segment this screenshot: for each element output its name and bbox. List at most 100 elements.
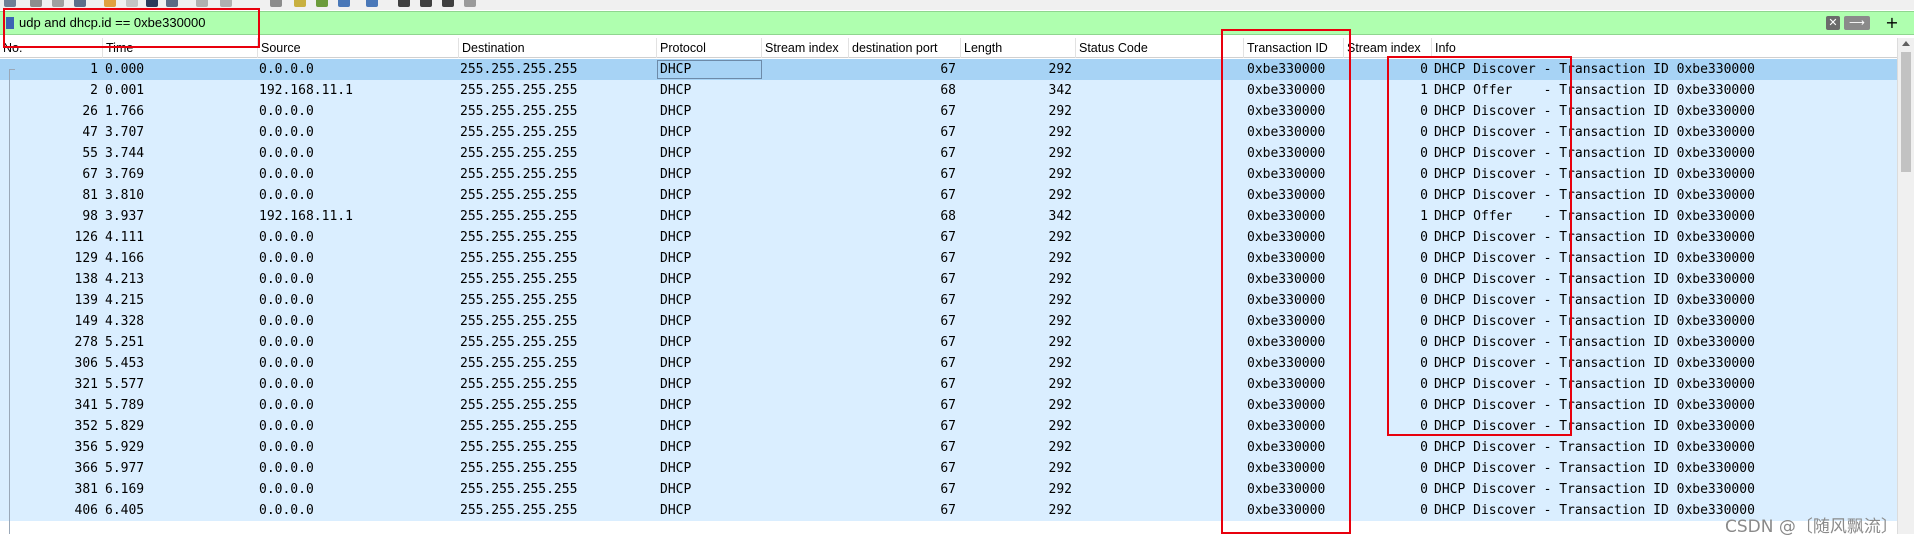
packet-row[interactable]: 381 6.169 0.0.0.0 255.255.255.255 DHCP 67 292 0… <box>0 479 1897 500</box>
packet-row[interactable]: 81 3.810 0.0.0.0 255.255.255.255 DHCP 67 292 0x… <box>0 185 1897 206</box>
column-header-status-code[interactable]: Status Code <box>1076 38 1244 58</box>
cell-stream-index2: 0 <box>1420 482 1428 497</box>
toolbar-zoom-out-icon[interactable] <box>420 0 432 7</box>
cell-protocol: DHCP <box>660 398 692 413</box>
apply-filter-icon[interactable]: ⟶ <box>1844 16 1870 30</box>
cell-transaction-id: 0xbe330000 <box>1247 272 1326 287</box>
toolbar-colorize-icon[interactable] <box>294 0 306 7</box>
cell-dest-port: 67 <box>940 482 956 497</box>
cell-protocol: DHCP <box>660 272 692 287</box>
column-header-source[interactable]: Source <box>258 38 459 58</box>
column-header-length[interactable]: Length <box>961 38 1076 58</box>
toolbar-save-icon[interactable] <box>30 0 42 7</box>
cell-protocol: DHCP <box>660 209 692 224</box>
cell-destination: 255.255.255.255 <box>460 125 578 140</box>
packet-row[interactable]: 2 0.001 192.168.11.1 255.255.255.255 DHCP 68 3… <box>0 80 1897 101</box>
packet-row[interactable]: 321 5.577 0.0.0.0 255.255.255.255 DHCP 67 292 0… <box>0 374 1897 395</box>
cell-stream-index2: 1 <box>1420 209 1428 224</box>
toolbar-autoscroll-icon[interactable] <box>270 0 282 7</box>
column-header-info[interactable]: Info <box>1432 38 1897 58</box>
cell-no: 139 <box>74 293 98 308</box>
column-header-destination-port[interactable]: destination port <box>849 38 961 58</box>
cell-time: 3.769 <box>105 167 145 182</box>
column-header-time[interactable]: Time <box>103 38 258 58</box>
cell-destination: 255.255.255.255 <box>460 398 578 413</box>
packet-row[interactable]: 341 5.789 0.0.0.0 255.255.255.255 DHCP 67 292 0… <box>0 395 1897 416</box>
toolbar-go-forward-icon[interactable] <box>146 0 158 7</box>
clear-filter-icon[interactable]: ✕ <box>1826 16 1840 30</box>
cell-dest-port: 67 <box>940 503 956 518</box>
scrollbar-thumb[interactable] <box>1901 52 1911 172</box>
packet-row[interactable]: 406 6.405 0.0.0.0 255.255.255.255 DHCP 67 292 0… <box>0 500 1897 521</box>
toolbar-find-icon[interactable] <box>104 0 116 7</box>
cell-no: 341 <box>74 398 98 413</box>
packet-list[interactable]: 1 0.000 0.0.0.0 255.255.255.255 DHCP 67 292 0xb… <box>0 59 1897 534</box>
packet-row[interactable]: 356 5.929 0.0.0.0 255.255.255.255 DHCP 67 292 0… <box>0 437 1897 458</box>
toolbar-zoom-normal-icon[interactable] <box>338 0 350 7</box>
packet-row[interactable]: 98 3.937 192.168.11.1 255.255.255.255 DHCP 68… <box>0 206 1897 227</box>
packet-row[interactable]: 138 4.213 0.0.0.0 255.255.255.255 DHCP 67 292 0… <box>0 269 1897 290</box>
cell-destination: 255.255.255.255 <box>460 461 578 476</box>
cell-protocol: DHCP <box>660 419 692 434</box>
toolbar-resize-columns-icon[interactable] <box>366 0 378 7</box>
packet-row[interactable]: 366 5.977 0.0.0.0 255.255.255.255 DHCP 67 292 0… <box>0 458 1897 479</box>
toolbar-open-icon[interactable] <box>4 0 16 7</box>
cell-stream-index2: 0 <box>1420 251 1428 266</box>
toolbar-close-icon[interactable] <box>52 0 64 7</box>
packet-row[interactable]: 26 1.766 0.0.0.0 255.255.255.255 DHCP 67 292 0x… <box>0 101 1897 122</box>
toolbar-go-back-icon[interactable] <box>126 0 138 7</box>
packet-row[interactable]: 129 4.166 0.0.0.0 255.255.255.255 DHCP 67 292 0… <box>0 248 1897 269</box>
toolbar-first-packet-icon[interactable] <box>196 0 208 7</box>
filter-bookmark-icon[interactable] <box>6 17 14 29</box>
toolbar-zoom-reset-icon[interactable] <box>442 0 454 7</box>
toolbar-resize-all-icon[interactable] <box>464 0 476 7</box>
cell-length: 292 <box>1048 503 1072 518</box>
packet-row[interactable]: 126 4.111 0.0.0.0 255.255.255.255 DHCP 67 292 0… <box>0 227 1897 248</box>
focused-cell-outline <box>657 60 762 79</box>
packet-row[interactable]: 149 4.328 0.0.0.0 255.255.255.255 DHCP 67 292 0… <box>0 311 1897 332</box>
cell-protocol: DHCP <box>660 146 692 161</box>
packet-row[interactable]: 278 5.251 0.0.0.0 255.255.255.255 DHCP 67 292 0… <box>0 332 1897 353</box>
cell-no: 138 <box>74 272 98 287</box>
scroll-up-icon[interactable] <box>1902 41 1910 46</box>
cell-info: DHCP Discover - Transaction ID 0xbe33000… <box>1434 440 1755 455</box>
toolbar-go-to-packet-icon[interactable] <box>166 0 178 7</box>
cell-transaction-id: 0xbe330000 <box>1247 188 1326 203</box>
packet-row[interactable]: 139 4.215 0.0.0.0 255.255.255.255 DHCP 67 292 0… <box>0 290 1897 311</box>
toolbar-resize-icon[interactable] <box>316 0 328 7</box>
cell-info: DHCP Discover - Transaction ID 0xbe33000… <box>1434 293 1755 308</box>
cell-time: 6.405 <box>105 503 145 518</box>
add-filter-button[interactable]: + <box>1885 13 1899 33</box>
packet-row[interactable]: 47 3.707 0.0.0.0 255.255.255.255 DHCP 67 292 0x… <box>0 122 1897 143</box>
cell-time: 4.328 <box>105 314 145 329</box>
cell-stream-index2: 0 <box>1420 419 1428 434</box>
cell-destination: 255.255.255.255 <box>460 293 578 308</box>
cell-source: 0.0.0.0 <box>259 230 314 245</box>
column-header-stream-index-2[interactable]: Stream index <box>1344 38 1432 58</box>
packet-list-scrollbar[interactable] <box>1897 38 1914 534</box>
cell-length: 292 <box>1048 62 1072 77</box>
cell-source: 0.0.0.0 <box>259 335 314 350</box>
display-filter-input[interactable] <box>19 14 1819 32</box>
column-header-protocol[interactable]: Protocol <box>657 38 762 58</box>
column-header-transaction-id[interactable]: Transaction ID <box>1244 38 1344 58</box>
packet-row[interactable]: 352 5.829 0.0.0.0 255.255.255.255 DHCP 67 292 0… <box>0 416 1897 437</box>
cell-length: 292 <box>1048 377 1072 392</box>
packet-row[interactable]: 67 3.769 0.0.0.0 255.255.255.255 DHCP 67 292 0x… <box>0 164 1897 185</box>
packet-row[interactable]: 1 0.000 0.0.0.0 255.255.255.255 DHCP 67 292 0xb… <box>0 59 1897 80</box>
cell-dest-port: 67 <box>940 62 956 77</box>
toolbar-zoom-in-icon[interactable] <box>398 0 410 7</box>
toolbar-reload-icon[interactable] <box>74 0 86 7</box>
column-header-stream-index[interactable]: Stream index <box>762 38 849 58</box>
cell-destination: 255.255.255.255 <box>460 272 578 287</box>
packet-row[interactable]: 306 5.453 0.0.0.0 255.255.255.255 DHCP 67 292 0… <box>0 353 1897 374</box>
cell-info: DHCP Discover - Transaction ID 0xbe33000… <box>1434 335 1755 350</box>
cell-time: 3.810 <box>105 188 145 203</box>
column-header-no[interactable]: No. <box>0 38 103 58</box>
cell-stream-index2: 0 <box>1420 293 1428 308</box>
cell-info: DHCP Discover - Transaction ID 0xbe33000… <box>1434 314 1755 329</box>
cell-transaction-id: 0xbe330000 <box>1247 335 1326 350</box>
packet-row[interactable]: 55 3.744 0.0.0.0 255.255.255.255 DHCP 67 292 0x… <box>0 143 1897 164</box>
toolbar-last-packet-icon[interactable] <box>220 0 232 7</box>
column-header-destination[interactable]: Destination <box>459 38 657 58</box>
